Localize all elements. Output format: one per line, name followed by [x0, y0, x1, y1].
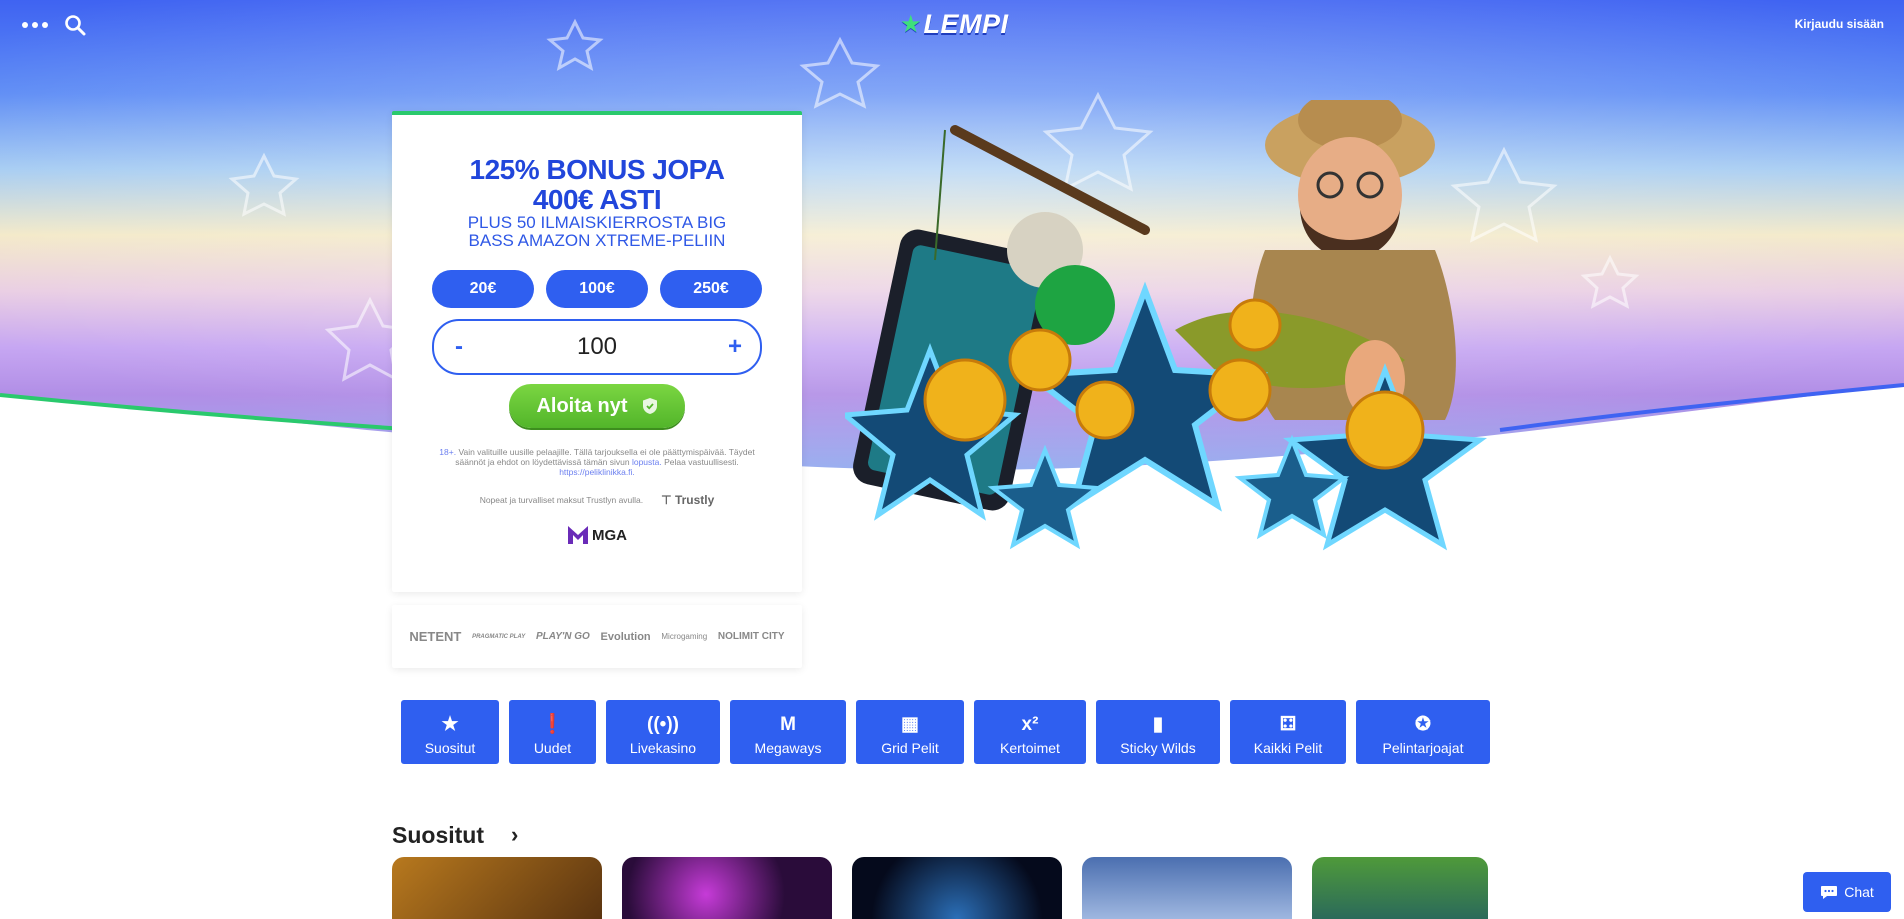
category-label: Sticky Wilds — [1120, 740, 1196, 756]
category-label: Uudet — [533, 740, 572, 756]
alert-icon: ❗ — [540, 714, 565, 735]
payment-info: Nopeat ja turvalliset maksut Trustlyn av… — [452, 493, 742, 507]
megaways-icon: M — [780, 714, 796, 735]
provider-playngo: PLAY'N GO — [535, 631, 590, 642]
trustly-label: Trustly — [674, 493, 715, 507]
game-tile[interactable] — [1312, 857, 1488, 919]
category-sticky-wilds[interactable]: ▮ Sticky Wilds — [1096, 700, 1220, 764]
start-now-button[interactable]: Aloita nyt — [509, 384, 685, 428]
card-icon: ▮ — [1152, 714, 1164, 735]
category-label: Pelintarjoajat — [1382, 740, 1464, 756]
mga-logo: MGA — [568, 526, 627, 544]
category-kertoimet[interactable]: x² Kertoimet — [974, 700, 1086, 764]
menu-icon[interactable] — [22, 14, 50, 34]
star-icon: ★ — [441, 714, 459, 735]
logo-star-icon: ★ — [900, 10, 922, 38]
provider-icon: ✪ — [1415, 714, 1431, 735]
provider-pragmatic: PRAGMATIC PLAY — [472, 633, 526, 640]
search-icon[interactable] — [63, 13, 87, 37]
bonus-subtitle-line2: BASS AMAZON XTREME-PELIIN — [468, 231, 726, 250]
shield-check-icon — [642, 398, 657, 414]
category-nav: ★ Suositut ❗ Uudet ((•)) Livekasino M Me… — [401, 700, 1500, 764]
game-tile[interactable] — [852, 857, 1062, 919]
hero-character-art — [845, 100, 1488, 551]
payment-text: Nopeat ja turvalliset maksut Trustlyn av… — [479, 495, 644, 505]
dice-icon: ⚃ — [1279, 714, 1297, 735]
amount-input[interactable]: 100 — [577, 333, 617, 361]
section-title: Suositut — [392, 822, 484, 848]
game-row — [392, 857, 1508, 919]
category-label: Livekasino — [629, 740, 697, 756]
top-bar: ★ LEMPI Kirjaudu sisään — [0, 0, 1904, 50]
category-label: Suositut — [424, 740, 476, 756]
game-tile[interactable] — [392, 857, 602, 919]
bonus-title-line2: 400€ ASTI — [532, 184, 662, 215]
category-label: Kaikki Pelit — [1253, 740, 1323, 756]
amount-button-100[interactable]: 100€ — [546, 270, 648, 308]
broadcast-icon: ((•)) — [647, 714, 679, 735]
provider-microgaming: Microgaming — [661, 632, 708, 641]
category-label: Grid Pelit — [881, 740, 939, 756]
logo-text: LEMPI — [923, 8, 1009, 39]
category-livekasino[interactable]: ((•)) Livekasino — [606, 700, 720, 764]
mga-label: MGA — [592, 526, 627, 544]
category-label: Kertoimet — [1000, 740, 1060, 756]
multiplier-icon: x² — [1021, 714, 1039, 735]
category-suositut[interactable]: ★ Suositut — [401, 700, 499, 764]
mga-icon — [568, 526, 588, 544]
terms-disclaimer: 18+. Vain valituille uusille pelaajille.… — [432, 447, 762, 477]
login-link[interactable]: Kirjaudu sisään — [1795, 17, 1884, 31]
providers-strip: NETENT PRAGMATIC PLAY PLAY'N GO Evolutio… — [392, 605, 802, 668]
category-label: Megaways — [754, 740, 822, 756]
category-pelintarjoajat[interactable]: ✪ Pelintarjoajat — [1356, 700, 1490, 764]
provider-netent: NETENT — [409, 629, 462, 644]
game-tile[interactable] — [622, 857, 832, 919]
disclaimer-text-2: Pelaa vastuullisesti. — [661, 457, 739, 467]
category-grid-pelit[interactable]: ▦ Grid Pelit — [856, 700, 964, 764]
category-kaikki-pelit[interactable]: ⚃ Kaikki Pelit — [1230, 700, 1346, 764]
increment-button[interactable]: + — [710, 333, 760, 361]
decrement-button[interactable]: - — [434, 333, 484, 361]
category-uudet[interactable]: ❗ Uudet — [509, 700, 596, 764]
chat-button[interactable]: Chat — [1803, 872, 1891, 912]
peliklinikka-link[interactable]: https://peliklinikka.fi. — [559, 467, 635, 477]
grid-icon: ▦ — [901, 714, 919, 735]
logo[interactable]: ★ LEMPI — [900, 8, 1009, 40]
bonus-title: 125% BONUS JOPA 400€ ASTI — [392, 155, 802, 215]
amount-button-250[interactable]: 250€ — [660, 270, 762, 308]
age-limit: 18+. — [439, 447, 457, 457]
amount-stepper: - 100 + — [432, 319, 762, 375]
chevron-right-icon[interactable]: › — [511, 822, 518, 848]
amount-options: 20€ 100€ 250€ — [432, 270, 762, 308]
start-now-label: Aloita nyt — [536, 394, 628, 417]
category-megaways[interactable]: M Megaways — [730, 700, 846, 764]
chat-bubble-icon — [1821, 885, 1838, 899]
chat-label: Chat — [1844, 884, 1874, 900]
amount-button-20[interactable]: 20€ — [432, 270, 534, 308]
provider-evolution: Evolution — [600, 630, 651, 643]
terms-link[interactable]: lopusta. — [632, 457, 662, 467]
trustly-icon: ⊤ — [661, 493, 672, 507]
bonus-subtitle: PLUS 50 ILMAISKIERROSTA BIG BASS AMAZON … — [412, 214, 782, 250]
trustly-logo: ⊤ Trustly — [661, 493, 714, 507]
game-tile[interactable] — [1082, 857, 1292, 919]
bonus-card: 125% BONUS JOPA 400€ ASTI PLUS 50 ILMAIS… — [392, 111, 802, 592]
provider-nolimit: NOLIMIT CITY — [717, 631, 785, 642]
bonus-subtitle-line1: PLUS 50 ILMAISKIERROSTA BIG — [467, 213, 727, 232]
bonus-title-line1: 125% BONUS JOPA — [469, 154, 725, 185]
